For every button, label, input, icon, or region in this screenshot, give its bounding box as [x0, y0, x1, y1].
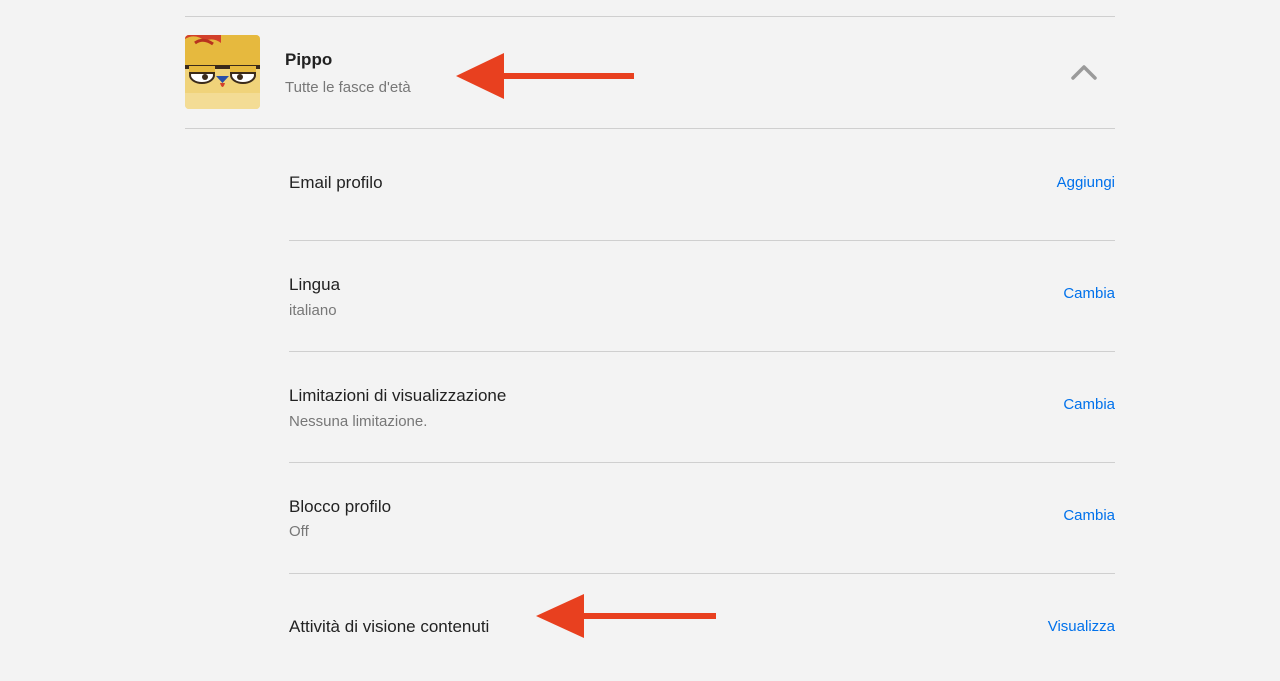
divider: [289, 240, 1115, 241]
change-profile-lock-link[interactable]: Cambia: [1063, 507, 1115, 524]
divider: [289, 573, 1115, 574]
language-value: italiano: [289, 302, 337, 319]
add-email-link[interactable]: Aggiungi: [1057, 174, 1115, 191]
collapse-profile-button[interactable]: [1068, 60, 1100, 84]
divider: [289, 351, 1115, 352]
profile-name: Pippo: [285, 50, 333, 69]
change-language-link[interactable]: Cambia: [1063, 285, 1115, 302]
divider: [185, 16, 1115, 17]
profile-lock-label: Blocco profilo: [289, 497, 392, 516]
viewing-restrictions-label: Limitazioni di visualizzazione: [289, 386, 507, 405]
cartoon-chicken-avatar-icon: [185, 35, 260, 109]
divider: [185, 128, 1115, 129]
chevron-up-icon: [1071, 65, 1097, 80]
email-profile-label: Email profilo: [289, 173, 383, 192]
viewing-activity-label: Attività di visione contenuti: [289, 617, 490, 636]
view-viewing-activity-link[interactable]: Visualizza: [1048, 618, 1115, 635]
change-viewing-restrictions-link[interactable]: Cambia: [1063, 396, 1115, 413]
profile-age-rating: Tutte le fasce d'età: [285, 79, 411, 96]
profile-avatar[interactable]: [185, 35, 260, 109]
language-label: Lingua: [289, 275, 341, 294]
profile-settings-page: Pippo Tutte le fasce d'età Email profilo…: [0, 0, 1280, 681]
red-left-arrow-icon: [456, 53, 634, 99]
profile-lock-value: Off: [289, 523, 309, 540]
viewing-restrictions-value: Nessuna limitazione.: [289, 413, 428, 430]
red-left-arrow-icon: [536, 594, 716, 638]
divider: [289, 462, 1115, 463]
